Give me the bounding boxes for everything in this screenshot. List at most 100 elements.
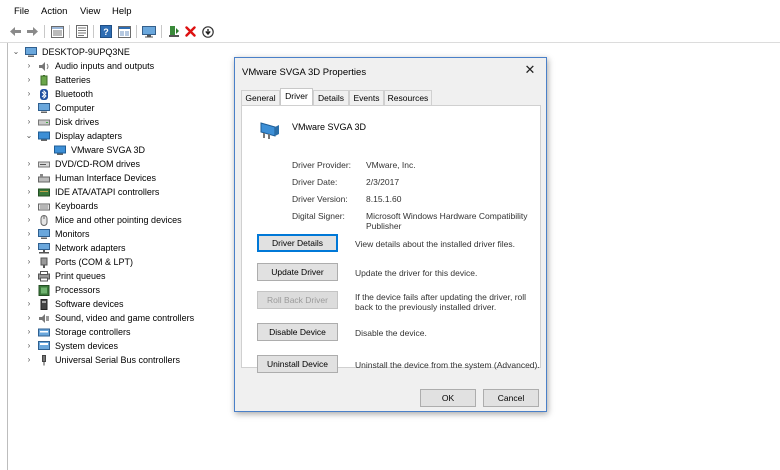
- menu-action[interactable]: Action: [41, 6, 67, 17]
- tree-item[interactable]: › Ports (COM & LPT): [25, 255, 133, 269]
- tree-item-label: Print queues: [55, 271, 106, 281]
- hid-icon: [38, 173, 50, 184]
- tree-item-label: VMware SVGA 3D: [71, 145, 146, 155]
- tab-resources[interactable]: Resources: [384, 90, 432, 105]
- chevron-right-icon[interactable]: ›: [25, 328, 33, 336]
- tree-item-label: Processors: [55, 285, 101, 295]
- tree-item[interactable]: › Audio inputs and outputs: [25, 59, 154, 73]
- chevron-right-icon[interactable]: ›: [25, 174, 33, 182]
- roll-back-driver-button[interactable]: Roll Back Driver: [257, 291, 338, 309]
- tree-item[interactable]: › Disk drives: [25, 115, 99, 129]
- chevron-right-icon[interactable]: ›: [25, 272, 33, 280]
- tree-item[interactable]: › Keyboards: [25, 199, 98, 213]
- tree-item[interactable]: › Human Interface Devices: [25, 171, 156, 185]
- close-icon[interactable]: ✕: [522, 62, 538, 78]
- chevron-right-icon[interactable]: ›: [25, 62, 33, 70]
- uninstall-device-desc: Uninstall the device from the system (Ad…: [355, 360, 540, 370]
- tree-item-child[interactable]: VMware SVGA 3D: [54, 143, 145, 157]
- cancel-button[interactable]: Cancel: [483, 389, 539, 407]
- chevron-right-icon[interactable]: ›: [25, 216, 33, 224]
- driver-date-label: Driver Date:: [292, 177, 338, 187]
- display-adapter-icon: [38, 131, 50, 142]
- chevron-right-icon[interactable]: ›: [25, 188, 33, 196]
- uninstall-icon[interactable]: [183, 24, 198, 39]
- tree-item[interactable]: › Universal Serial Bus controllers: [25, 353, 180, 367]
- uninstall-device-button[interactable]: Uninstall Device: [257, 355, 338, 373]
- tree-item[interactable]: › Network adapters: [25, 241, 126, 255]
- update-driver-icon[interactable]: [166, 24, 181, 39]
- tree-item-label: Storage controllers: [55, 327, 131, 337]
- tree-item-label: DVD/CD-ROM drives: [55, 159, 141, 169]
- ok-button[interactable]: OK: [420, 389, 476, 407]
- tree-root[interactable]: ⌄ DESKTOP-9UPQ3NE: [12, 45, 130, 59]
- tree-item[interactable]: › Bluetooth: [25, 87, 93, 101]
- tree-item-label: Network adapters: [55, 243, 126, 253]
- printer-icon: [38, 270, 50, 282]
- toolbar: ?: [0, 22, 780, 42]
- disable-device-button[interactable]: Disable Device: [257, 323, 338, 341]
- chevron-right-icon[interactable]: ›: [25, 258, 33, 266]
- back-arrow-icon[interactable]: [8, 24, 23, 39]
- show-hide-tree-icon[interactable]: [50, 24, 65, 39]
- chevron-right-icon[interactable]: ›: [25, 286, 33, 294]
- tree-item[interactable]: › IDE ATA/ATAPI controllers: [25, 185, 160, 199]
- tree-item[interactable]: › Processors: [25, 283, 100, 297]
- display-adapter-icon: [54, 145, 66, 156]
- tree-item-label: Batteries: [55, 75, 91, 85]
- tree-item[interactable]: › Monitors: [25, 227, 90, 241]
- chevron-down-icon[interactable]: ⌄: [25, 132, 33, 140]
- tree-item-label: IDE ATA/ATAPI controllers: [55, 187, 160, 197]
- roll-back-driver-desc: If the device fails after updating the d…: [355, 292, 527, 312]
- properties-icon[interactable]: [74, 24, 89, 39]
- forward-arrow-icon[interactable]: [25, 24, 40, 39]
- tab-driver[interactable]: Driver: [280, 88, 313, 105]
- driver-provider-value: VMware, Inc.: [366, 160, 416, 170]
- properties-dialog: VMware SVGA 3D Properties ✕ General Driv…: [234, 57, 547, 412]
- menu-view[interactable]: View: [80, 6, 100, 17]
- tree-item-label: Keyboards: [55, 201, 99, 211]
- update-driver-button[interactable]: Update Driver: [257, 263, 338, 281]
- chevron-right-icon[interactable]: ›: [25, 300, 33, 308]
- chevron-right-icon[interactable]: ›: [25, 90, 33, 98]
- help-icon[interactable]: ?: [98, 24, 113, 39]
- chevron-right-icon[interactable]: ›: [25, 314, 33, 322]
- menu-help[interactable]: Help: [112, 6, 132, 17]
- tree-item[interactable]: › DVD/CD-ROM drives: [25, 157, 140, 171]
- computer-icon: [25, 46, 37, 58]
- tree-item[interactable]: › Print queues: [25, 269, 106, 283]
- tree-item[interactable]: › Storage controllers: [25, 325, 131, 339]
- ide-icon: [38, 187, 50, 198]
- tree-item[interactable]: › Mice and other pointing devices: [25, 213, 182, 227]
- chevron-right-icon[interactable]: ›: [25, 356, 33, 364]
- tree-item-label: Software devices: [55, 299, 124, 309]
- chevron-right-icon[interactable]: ›: [25, 244, 33, 252]
- keyboard-icon: [38, 201, 50, 212]
- chevron-right-icon[interactable]: ›: [25, 76, 33, 84]
- chevron-right-icon[interactable]: ›: [25, 202, 33, 210]
- chevron-right-icon[interactable]: ›: [25, 118, 33, 126]
- tree-item[interactable]: ⌄ Display adapters: [25, 129, 122, 143]
- disk-drive-icon: [38, 117, 50, 128]
- tree-item[interactable]: › Batteries: [25, 73, 91, 87]
- driver-details-button[interactable]: Driver Details: [257, 234, 338, 252]
- chevron-right-icon[interactable]: ›: [25, 160, 33, 168]
- tab-general[interactable]: General: [241, 90, 280, 105]
- chevron-right-icon[interactable]: ›: [25, 230, 33, 238]
- tree-item[interactable]: › System devices: [25, 339, 118, 353]
- bluetooth-icon: [38, 88, 50, 100]
- tree-item[interactable]: › Software devices: [25, 297, 124, 311]
- tab-events[interactable]: Events: [349, 90, 384, 105]
- tree-item-label: Audio inputs and outputs: [55, 61, 155, 71]
- tree-item-label: Disk drives: [55, 117, 100, 127]
- menu-file[interactable]: File: [14, 6, 29, 17]
- tree-item[interactable]: › Sound, video and game controllers: [25, 311, 194, 325]
- monitor-icon[interactable]: [141, 24, 156, 39]
- chevron-down-icon[interactable]: ⌄: [12, 48, 20, 56]
- disable-icon[interactable]: [200, 24, 215, 39]
- chevron-right-icon[interactable]: ›: [25, 104, 33, 112]
- speaker-icon: [38, 61, 50, 72]
- tab-details[interactable]: Details: [313, 90, 349, 105]
- view-icon[interactable]: [117, 24, 132, 39]
- chevron-right-icon[interactable]: ›: [25, 342, 33, 350]
- tree-item[interactable]: › Computer: [25, 101, 95, 115]
